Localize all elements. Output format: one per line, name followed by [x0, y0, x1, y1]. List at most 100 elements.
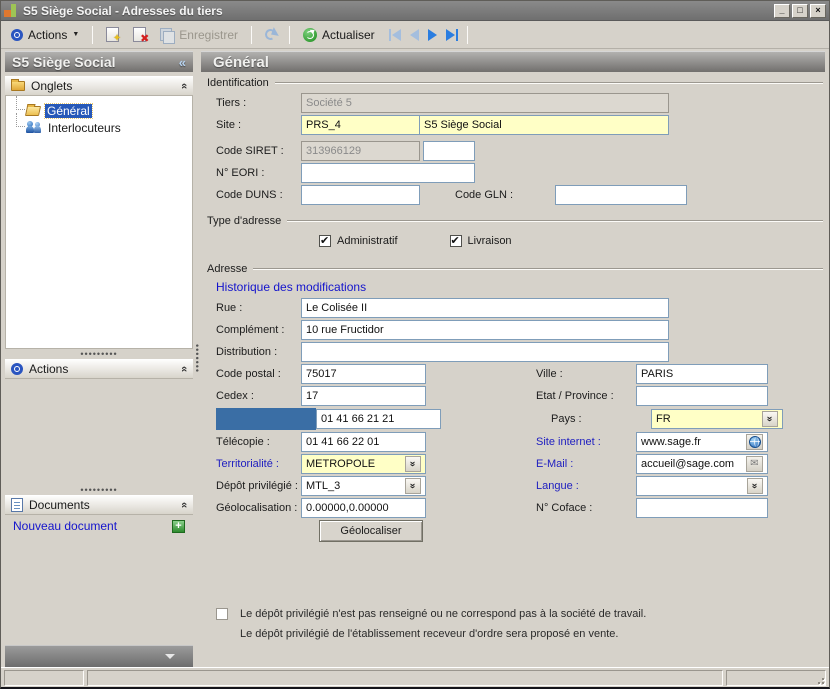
resize-grip[interactable] — [814, 674, 824, 684]
site-internet-field[interactable]: www.sage.fr — [636, 432, 768, 452]
pays-label: Pays : — [551, 413, 651, 425]
coface-field[interactable] — [636, 498, 768, 518]
geolocalisation-field[interactable]: 0.00000,0.00000 — [301, 498, 426, 518]
distribution-field[interactable] — [301, 342, 669, 362]
envelope-icon: ✉ — [750, 459, 758, 469]
identification-section-label: Identification — [207, 77, 269, 89]
depot-dropdown-button[interactable]: « — [405, 478, 421, 494]
minimize-button[interactable]: _ — [774, 4, 790, 18]
new-record-button[interactable]: ✦ — [102, 25, 123, 44]
chevron-down-icon — [165, 654, 175, 659]
email-field[interactable]: accueil@sage.com ✉ — [636, 454, 768, 474]
status-cell-main — [87, 670, 723, 686]
add-document-icon[interactable]: + — [172, 520, 185, 533]
identification-section-header: Identification — [207, 77, 823, 89]
save-label: Enregistrer — [179, 28, 238, 42]
complement-field[interactable]: 10 rue Fructidor — [301, 320, 669, 340]
langue-label[interactable]: Langue : — [536, 480, 636, 492]
actions-panel-title: Actions — [29, 362, 68, 376]
territorialite-combo[interactable]: METROPOLE « — [301, 454, 426, 474]
previous-record-button[interactable] — [410, 29, 419, 41]
site-internet-label[interactable]: Site internet : — [536, 436, 636, 448]
telecopie-field[interactable]: 01 41 66 22 01 — [301, 432, 426, 452]
depot-note-checkbox[interactable] — [216, 608, 228, 620]
livraison-checkbox-row: Livraison — [450, 235, 512, 247]
page-title: Général — [213, 54, 269, 71]
sidebar-item-interlocuteurs[interactable]: Interlocuteurs — [10, 119, 188, 136]
delete-record-button[interactable]: ✖ — [129, 25, 150, 44]
documents-panel-header[interactable]: Documents « — [5, 495, 193, 515]
chevron-down-icon: « — [765, 416, 775, 422]
depot-note-line2: Le dépôt privilégié de l'établissement r… — [240, 628, 618, 640]
sync-button[interactable] — [261, 27, 280, 42]
territorialite-label[interactable]: Territorialité : — [201, 458, 301, 470]
collapse-panel-icon[interactable]: « — [178, 83, 190, 89]
sidebar-collapse-icon[interactable]: « — [179, 55, 186, 70]
geolocaliser-button[interactable]: Géolocaliser — [319, 520, 423, 542]
next-record-button[interactable] — [428, 29, 437, 41]
actions-panel-header[interactable]: Actions « — [5, 359, 193, 379]
collapsed-panel-bar[interactable] — [5, 645, 193, 667]
depot-combo[interactable]: MTL_3 « — [301, 476, 426, 496]
chevron-down-icon: ▼ — [72, 31, 79, 38]
territorialite-dropdown-button[interactable]: « — [405, 456, 421, 472]
last-record-button[interactable] — [446, 29, 458, 41]
code-postal-field[interactable]: 75017 — [301, 364, 426, 384]
sidebar-splitter[interactable]: ••••••• — [193, 51, 201, 667]
section-rule — [275, 82, 823, 84]
complement-label: Complément : — [201, 324, 301, 336]
site-name-field[interactable]: S5 Siège Social — [420, 115, 669, 135]
send-email-button[interactable]: ✉ — [746, 456, 763, 472]
first-record-button[interactable] — [389, 29, 401, 41]
siret-nic-field[interactable] — [423, 141, 475, 161]
livraison-checkbox[interactable] — [450, 235, 462, 247]
toolbar-separator — [92, 26, 93, 44]
new-document-link[interactable]: Nouveau document — [13, 519, 117, 533]
people-icon — [26, 121, 41, 134]
site-code-field[interactable]: PRS_4 — [301, 115, 420, 135]
email-label[interactable]: E-Mail : — [536, 458, 636, 470]
collapse-panel-icon[interactable]: « — [178, 366, 190, 372]
new-document-icon: ✦ — [106, 27, 119, 42]
chevron-down-icon: « — [750, 483, 760, 489]
telephone-field[interactable]: 01 41 66 21 21 — [316, 409, 441, 429]
history-link[interactable]: Historique des modifications — [216, 280, 366, 294]
eori-label: N° EORI : — [201, 167, 301, 179]
cedex-field[interactable]: 17 — [301, 386, 426, 406]
type-adresse-section-header: Type d'adresse — [207, 215, 823, 227]
depot-note: Le dépôt privilégié n'est pas renseigné … — [216, 604, 823, 644]
collapse-panel-icon[interactable]: « — [178, 502, 190, 508]
etat-province-field[interactable] — [636, 386, 768, 406]
actions-panel-body — [5, 379, 193, 485]
type-adresse-section-label: Type d'adresse — [207, 215, 281, 227]
pays-combo[interactable]: FR « — [651, 409, 783, 429]
delete-document-icon: ✖ — [133, 27, 146, 42]
actions-menu-button[interactable]: Actions ▼ — [7, 26, 83, 44]
open-website-button[interactable] — [746, 434, 763, 450]
refresh-button[interactable]: Actualiser — [299, 26, 379, 44]
onglets-panel-header[interactable]: Onglets « — [5, 76, 193, 96]
territorialite-value: METROPOLE — [306, 458, 375, 470]
geolocalisation-label: Géolocalisation : — [201, 502, 301, 514]
folder-icon — [11, 81, 25, 91]
save-button[interactable]: Enregistrer — [156, 26, 242, 44]
telephone-label-highlight[interactable] — [216, 408, 316, 430]
panel-splitter[interactable]: ••••••••• — [5, 349, 193, 359]
administratif-checkbox[interactable] — [319, 235, 331, 247]
rue-field[interactable]: Le Colisée II — [301, 298, 669, 318]
eori-field[interactable] — [301, 163, 475, 183]
panel-splitter[interactable]: ••••••••• — [5, 485, 193, 495]
langue-combo[interactable]: « — [636, 476, 768, 496]
gln-field[interactable] — [555, 185, 687, 205]
record-navigation — [389, 29, 458, 41]
close-button[interactable]: × — [810, 4, 826, 18]
maximize-button[interactable]: □ — [792, 4, 808, 18]
duns-field[interactable] — [301, 185, 420, 205]
langue-dropdown-button[interactable]: « — [747, 478, 763, 494]
siret-field: 313966129 — [301, 141, 420, 161]
pays-dropdown-button[interactable]: « — [762, 411, 778, 427]
ville-field[interactable]: PARIS — [636, 364, 768, 384]
sidebar-item-general[interactable]: Général — [10, 102, 188, 119]
previous-record-icon — [410, 29, 419, 41]
tree-connector — [16, 96, 25, 110]
